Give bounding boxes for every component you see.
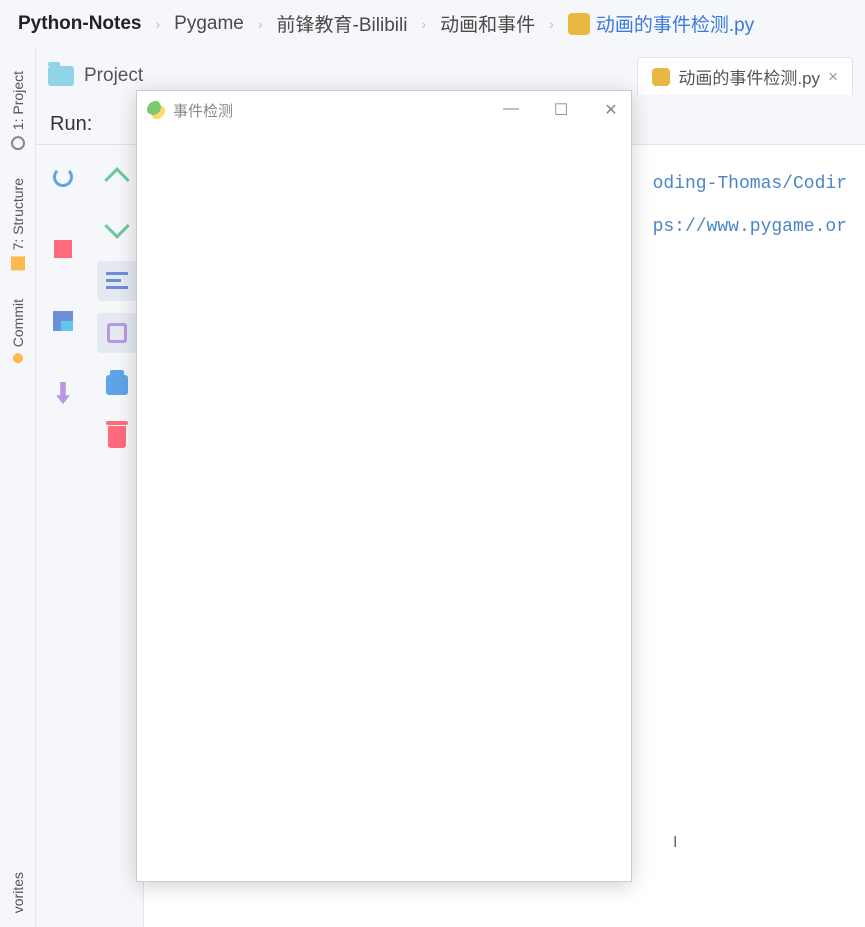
python-icon	[568, 13, 590, 35]
rail-commit[interactable]: Commit	[8, 285, 28, 377]
rerun-icon	[53, 167, 73, 187]
rail-structure[interactable]: 7: Structure	[8, 164, 28, 284]
pygame-icon	[147, 101, 165, 119]
pygame-window-title: 事件检测	[173, 100, 233, 121]
commit-icon	[13, 353, 23, 363]
rerun-button[interactable]	[43, 157, 83, 197]
breadcrumb-file[interactable]: 动画的事件检测.py	[568, 10, 754, 37]
chevron-right-icon: ›	[156, 16, 161, 32]
trash-icon	[108, 426, 126, 448]
editor-tab[interactable]: 动画的事件检测.py ×	[637, 57, 853, 95]
arrow-down-icon	[104, 213, 129, 238]
close-button[interactable]: ✕	[601, 100, 621, 120]
editor-tab-label: 动画的事件检测.py	[678, 64, 820, 89]
layout-button[interactable]	[43, 301, 83, 341]
window-controls: — ☐ ✕	[501, 100, 621, 120]
up-button[interactable]	[97, 157, 137, 197]
pin-icon	[56, 382, 70, 404]
rail-structure-label: 7: Structure	[10, 178, 26, 250]
scroll-icon	[107, 323, 127, 343]
pygame-titlebar[interactable]: 事件检测 — ☐ ✕	[137, 91, 631, 129]
rail-project-label: 1: Project	[10, 71, 26, 130]
run-toolbar-primary	[36, 145, 90, 927]
pygame-window[interactable]: 事件检测 — ☐ ✕	[136, 90, 632, 882]
breadcrumb-segment[interactable]: 动画和事件	[440, 10, 535, 37]
rail-favorites-label: vorites	[10, 872, 26, 913]
structure-icon	[11, 257, 25, 271]
chevron-right-icon: ›	[258, 16, 263, 32]
minimize-button[interactable]: —	[501, 100, 521, 120]
close-icon[interactable]: ×	[828, 67, 838, 87]
wrap-icon	[106, 272, 128, 290]
breadcrumb-file-label: 动画的事件检测.py	[596, 10, 754, 37]
project-panel-title[interactable]: Project	[84, 65, 143, 87]
chevron-right-icon: ›	[421, 16, 426, 32]
down-button[interactable]	[97, 209, 137, 249]
left-tool-rail: 1: Project 7: Structure Commit vorites	[0, 47, 36, 927]
layout-icon	[53, 311, 73, 331]
chevron-right-icon: ›	[549, 16, 554, 32]
clear-button[interactable]	[97, 417, 137, 457]
folder-icon	[48, 66, 74, 86]
arrow-up-icon	[104, 167, 129, 192]
print-icon	[106, 375, 128, 395]
print-button[interactable]	[97, 365, 137, 405]
pygame-canvas[interactable]	[137, 129, 631, 881]
breadcrumb-segment[interactable]: Pygame	[174, 13, 244, 35]
soft-wrap-button[interactable]	[97, 261, 137, 301]
rail-commit-label: Commit	[10, 299, 26, 347]
breadcrumb-root[interactable]: Python-Notes	[18, 13, 142, 35]
stop-icon	[54, 240, 72, 258]
scroll-to-end-button[interactable]	[97, 313, 137, 353]
python-icon	[652, 68, 670, 86]
stop-button[interactable]	[43, 229, 83, 269]
pin-button[interactable]	[43, 373, 83, 413]
text-cursor-icon: I	[673, 834, 677, 852]
breadcrumb: Python-Notes › Pygame › 前锋教育-Bilibili › …	[0, 0, 865, 47]
rail-favorites[interactable]: vorites	[8, 858, 28, 927]
rail-project[interactable]: 1: Project	[8, 57, 28, 164]
breadcrumb-segment[interactable]: 前锋教育-Bilibili	[277, 10, 408, 37]
project-icon	[11, 136, 25, 150]
maximize-button[interactable]: ☐	[551, 100, 571, 120]
